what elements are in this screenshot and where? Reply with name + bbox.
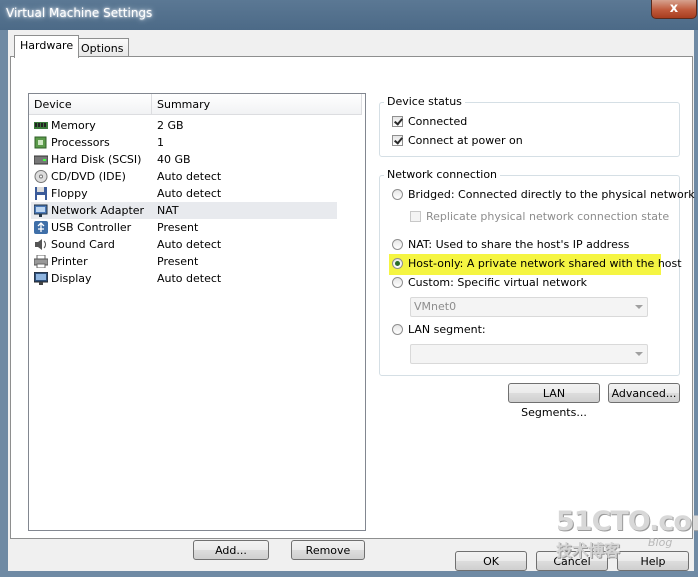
device-name: Network Adapter [51, 204, 145, 217]
lan-segment-select[interactable] [410, 344, 648, 364]
device-row-display[interactable]: Display Auto detect [31, 270, 337, 287]
chevron-down-icon [635, 352, 643, 356]
add-button[interactable]: Add... [193, 540, 269, 560]
device-row-printer[interactable]: Printer Present [31, 253, 337, 270]
processor-icon [34, 136, 48, 149]
device-summary: NAT [157, 204, 179, 217]
device-name: Hard Disk (SCSI) [51, 153, 142, 166]
connect-at-power-on-label: Connect at power on [408, 134, 523, 147]
cd-dvd-icon [34, 170, 48, 183]
radio-circle[interactable] [392, 258, 403, 269]
network-connection-legend: Network connection [384, 168, 501, 181]
chevron-down-icon [635, 305, 643, 309]
custom-network-select[interactable]: VMnet0 [410, 297, 648, 317]
device-row-processors[interactable]: Processors 1 [31, 134, 337, 151]
radio-circle[interactable] [392, 239, 403, 250]
close-button[interactable]: x [651, 0, 697, 19]
hard-disk-icon [33, 153, 49, 166]
column-header-summary[interactable]: Summary [152, 94, 362, 115]
bridged-label: Bridged: Connected directly to the physi… [408, 188, 695, 201]
device-row-usb-controller[interactable]: USB Controller Present [31, 219, 337, 236]
device-name: Sound Card [51, 238, 115, 251]
usb-icon [34, 221, 48, 234]
device-row-floppy[interactable]: Floppy Auto detect [31, 185, 337, 202]
window-title: Virtual Machine Settings [6, 6, 153, 20]
custom-network-value: VMnet0 [414, 300, 457, 313]
device-summary: 2 GB [157, 119, 184, 132]
checkbox-box[interactable] [392, 116, 403, 127]
remove-button[interactable]: Remove [291, 540, 365, 560]
device-row-cd-dvd-ide[interactable]: CD/DVD (IDE) Auto detect [31, 168, 337, 185]
network-connection-group: Network connection Bridged: Connected di… [379, 168, 695, 376]
close-icon: x [669, 1, 679, 16]
advanced-button[interactable]: Advanced... [608, 383, 680, 403]
lan-segments-button[interactable]: LAN Segments... [508, 383, 600, 419]
checkbox-box[interactable] [410, 211, 421, 222]
checkbox-box[interactable] [392, 135, 403, 146]
device-name: CD/DVD (IDE) [51, 170, 126, 183]
replicate-state-label: Replicate physical network connection st… [426, 210, 670, 223]
device-row-network-adapter[interactable]: Network Adapter NAT [31, 202, 337, 219]
sound-card-icon [34, 238, 48, 251]
nat-label: NAT: Used to share the host's IP address [408, 238, 630, 251]
device-summary: 1 [157, 136, 164, 149]
device-name: Floppy [51, 187, 88, 200]
custom-label: Custom: Specific virtual network [408, 276, 587, 289]
display-icon [33, 271, 49, 285]
ok-button[interactable]: OK [455, 551, 527, 571]
device-name: Display [51, 272, 92, 285]
device-row-hard-disk-scsi[interactable]: Hard Disk (SCSI) 40 GB [31, 151, 337, 168]
network-adapter-icon [33, 204, 48, 217]
radio-circle[interactable] [392, 277, 403, 288]
device-summary: 40 GB [157, 153, 191, 166]
device-summary: Auto detect [157, 187, 222, 200]
radio-circle[interactable] [392, 324, 403, 335]
help-button[interactable]: Help [617, 551, 689, 571]
memory-icon [34, 119, 48, 132]
device-summary: Present [157, 255, 199, 268]
device-name: Printer [51, 255, 88, 268]
device-row-sound-card[interactable]: Sound Card Auto detect [31, 236, 337, 253]
watermark-blog: Blog [648, 536, 673, 549]
device-summary: Auto detect [157, 170, 222, 183]
device-list[interactable]: Device Summary Memory 2 GB Processors 1 Hard… [28, 93, 366, 531]
device-summary: Auto detect [157, 238, 222, 251]
lan-segment-label: LAN segment: [408, 323, 486, 336]
dialog-client-area: Hardware Options Device Summary Memory 2 … [8, 30, 695, 571]
watermark-subtitle: 技术博客 [556, 541, 621, 560]
column-header-device[interactable]: Device [29, 94, 152, 115]
host-only-label: Host-only: A private network shared with… [408, 257, 682, 270]
watermark-logo: 51CTO.com [556, 506, 698, 537]
device-row-memory[interactable]: Memory 2 GB [31, 117, 337, 134]
device-name: Processors [51, 136, 110, 149]
radio-circle[interactable] [392, 189, 403, 200]
device-status-group: Device status Connected Connect at power… [379, 95, 680, 157]
connected-label: Connected [408, 115, 468, 128]
tab-hardware[interactable]: Hardware [14, 35, 80, 58]
device-summary: Auto detect [157, 272, 222, 285]
printer-icon [33, 254, 49, 269]
device-name: Memory [51, 119, 96, 132]
device-name: USB Controller [51, 221, 132, 234]
floppy-icon [34, 187, 48, 200]
hardware-tab-panel: Device Summary Memory 2 GB Processors 1 Hard… [10, 56, 695, 560]
device-summary: Present [157, 221, 199, 234]
device-status-legend: Device status [384, 95, 465, 108]
